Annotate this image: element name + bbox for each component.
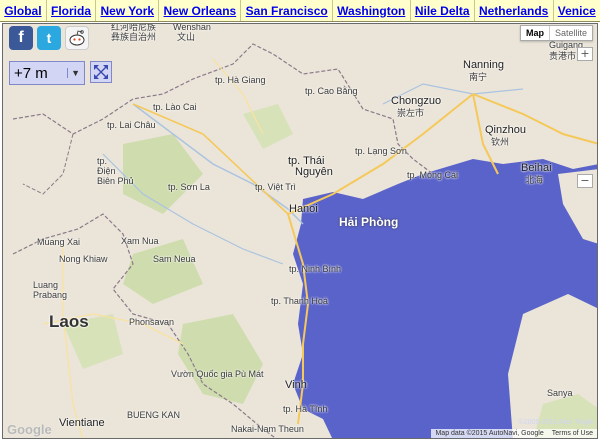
sea-level-value: +7 m [14, 64, 48, 82]
park-label-pu-mat: Vườn Quốc gia Pù Mát [171, 369, 264, 379]
city-label-sam-neua: Sam Neua [153, 254, 196, 264]
nav-new-york[interactable]: New York [96, 0, 160, 21]
city-label-lao-cai: tp. Lào Cai [153, 102, 197, 112]
nav-netherlands[interactable]: Netherlands [475, 0, 554, 21]
city-label-thanh-hoa: tp. Thanh Hoá [271, 296, 328, 306]
city-label-xam-nua: Xam Nua [121, 236, 159, 246]
city-label-mong-cai: tp. Móng Cái [407, 170, 459, 180]
city-label-dien-bien2: Điện [97, 166, 116, 176]
park-label-nakai: Nakai-Nam Theun [231, 424, 304, 434]
city-label-honghe2: 彝族自治州 [111, 32, 157, 42]
city-label-wenshan-cn: 文山 [177, 32, 196, 42]
city-label-hai-phong: Hải Phòng [339, 215, 399, 229]
city-label-cao-bang: tp. Cao Bằng [305, 86, 358, 96]
nav-nile-delta[interactable]: Nile Delta [411, 0, 475, 21]
region-label-bueng-kan: BUENG KAN [127, 410, 181, 420]
city-label-qinzhou-cn: 钦州 [491, 137, 510, 147]
top-nav: Global Florida New York New Orleans San … [0, 0, 600, 22]
city-label-sanya: Sanya [547, 388, 573, 398]
city-label-thai-nguyen: tp. Thái [288, 155, 325, 167]
city-label-qinzhou: Qinzhou [485, 124, 526, 136]
city-label-luang-prabang: Luang [33, 280, 59, 290]
nav-washington[interactable]: Washington [333, 0, 411, 21]
city-label-luang-prabang2: Prabang [33, 290, 68, 300]
nav-venice[interactable]: Venice [554, 0, 600, 21]
city-label-ha-tinh: tp. Hà Tĩnh [283, 404, 328, 414]
nav-new-orleans[interactable]: New Orleans [159, 0, 242, 21]
google-logo: Google [7, 422, 52, 437]
city-label-lai-chau: tp. Lai Châu [107, 120, 156, 130]
city-label-beihai: Beihai [521, 162, 552, 174]
country-label-laos: Laos [49, 312, 89, 331]
city-label-guigang-cn: 贵港市 [549, 51, 577, 61]
twitter-icon: t [46, 30, 52, 46]
expand-arrows-icon [94, 65, 108, 79]
zoom-out-button[interactable]: − [577, 174, 593, 188]
facebook-button[interactable]: f [9, 26, 33, 50]
reddit-button[interactable] [65, 26, 89, 50]
city-label-viet-tri: tp. Việt Trì [255, 182, 296, 192]
chevron-down-icon: ▼ [67, 68, 80, 78]
city-label-nanning-cn: 南宁 [469, 72, 488, 82]
nav-global[interactable]: Global [0, 0, 47, 21]
city-label-vientiane: Vientiane [59, 417, 105, 429]
author-credit: ©2006-2013 Alex Tingle [518, 419, 593, 426]
city-label-son-la: tp. Sơn La [168, 182, 210, 192]
city-label-phonsavan: Phonsavan [129, 317, 175, 327]
forest-area [243, 104, 293, 149]
city-label-dien-bien3: Biên Phủ [97, 176, 134, 186]
city-label-ha-noi: Hanoi [289, 203, 318, 215]
city-label-nanning: Nanning [463, 59, 504, 71]
city-label-beihai-cn: 北海 [525, 175, 544, 185]
map-type-control: Map Satellite [519, 25, 593, 41]
city-label-nong-khiaw: Nong Khiaw [59, 254, 108, 264]
city-label-lang-son: tp. Lạng Sơn [355, 146, 407, 156]
forest-area [123, 134, 203, 214]
city-label-thai-nguyen2: Nguyên [295, 166, 333, 178]
twitter-button[interactable]: t [37, 26, 61, 50]
sea-level-select[interactable]: +7 m ▼ [9, 61, 85, 85]
nav-san-francisco[interactable]: San Francisco [241, 0, 333, 21]
city-label-chongzuo: Chongzuo [391, 95, 442, 107]
city-label-wenshan: Wenshan [173, 23, 211, 32]
city-label-ninh-binh: tp. Ninh Bình [289, 264, 342, 274]
city-label-chongzuo-cn: 崇左市 [397, 108, 425, 118]
map-type-satellite[interactable]: Satellite [548, 26, 592, 40]
zoom-in-button[interactable]: + [577, 47, 593, 61]
city-label-vinh: Vinh [285, 379, 307, 391]
map-base [12, 43, 597, 438]
city-label-dien-bien: tp. [97, 156, 108, 166]
map-type-map[interactable]: Map [521, 26, 549, 40]
facebook-icon: f [18, 29, 24, 46]
map-canvas[interactable]: Laos Nanning 南宁 Guigang 贵港市 Chongzuo 崇左市… [2, 23, 598, 439]
nav-florida[interactable]: Florida [47, 0, 97, 21]
attribution-bar: Map data ©2015 AutoNavi, Google Terms of… [431, 429, 597, 438]
forest-area [123, 239, 203, 304]
city-label-honghe: 红河哈尼族 [111, 23, 157, 32]
city-label-muang-xai: Muang Xai [37, 237, 81, 247]
reddit-icon [69, 30, 85, 46]
map-data-attribution: Map data ©2015 AutoNavi, Google [435, 430, 544, 437]
border [22, 133, 74, 195]
terms-link[interactable]: Terms of Use [548, 429, 597, 438]
city-label-ha-giang: tp. Hà Giang [215, 75, 266, 85]
fullscreen-button[interactable] [90, 61, 112, 83]
